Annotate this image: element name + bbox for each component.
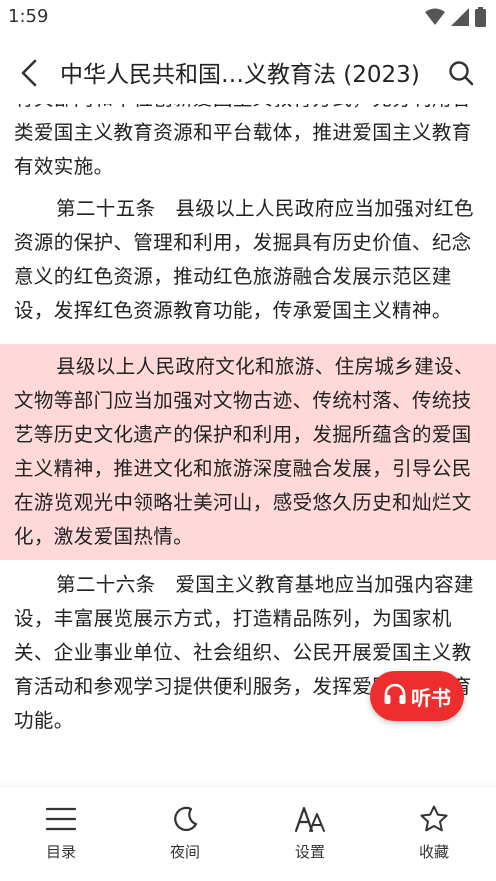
moon-icon: [171, 803, 199, 835]
wifi-icon: [425, 8, 445, 30]
nav-item-favorite[interactable]: 收藏: [394, 803, 474, 863]
nav-label-night: 夜间: [169, 843, 200, 861]
paragraph-article-25: 第二十五条 县级以上人民政府应当加强对红色资源的保护、管理和利用，发掘具有历史价…: [0, 192, 496, 328]
status-icons: [425, 7, 486, 31]
nav-label-favorite: 收藏: [418, 843, 449, 861]
nav-item-night[interactable]: 夜间: [145, 803, 225, 863]
paragraph-partial: 有关部门和单位创新爱国主义教育方式，充分利用各类爱国主义教育资源和平台载体，推进…: [14, 104, 472, 178]
bottom-nav: 目录 夜间 设置 收藏: [0, 786, 496, 881]
nav-item-contents[interactable]: 目录: [21, 803, 101, 863]
listen-label: 听书: [411, 685, 451, 710]
back-button[interactable]: [14, 59, 44, 91]
page-title: 中华人民共和国…义教育法 (2023): [60, 62, 420, 88]
status-time: 1:59: [8, 6, 49, 27]
nav-label-contents: 目录: [45, 843, 76, 861]
article-25-text: 第二十五条 县级以上人民政府应当加强对红色资源的保护、管理和利用，发掘具有历史价…: [14, 197, 474, 322]
highlighted-text: 县级以上人民政府文化和旅游、住房城乡建设、文物等部门应当加强对文物古迹、传统村落…: [14, 355, 474, 548]
list-icon: [45, 803, 77, 835]
app-bar: 中华人民共和国…义教育法 (2023): [0, 48, 496, 104]
status-bar: 1:59: [0, 0, 496, 34]
font-size-icon: [294, 803, 326, 835]
nav-label-settings: 设置: [294, 843, 325, 861]
search-icon: [448, 60, 474, 90]
battery-icon: [475, 7, 486, 31]
back-arrow-icon: [19, 59, 39, 91]
nav-item-settings[interactable]: 设置: [270, 803, 350, 863]
star-icon: [419, 803, 449, 835]
headphones-icon: [383, 683, 407, 709]
paragraph-highlighted[interactable]: 县级以上人民政府文化和旅游、住房城乡建设、文物等部门应当加强对文物古迹、传统村落…: [0, 344, 496, 560]
search-button[interactable]: [446, 60, 476, 90]
listen-button[interactable]: 听书: [370, 671, 464, 721]
signal-icon: [451, 8, 469, 30]
